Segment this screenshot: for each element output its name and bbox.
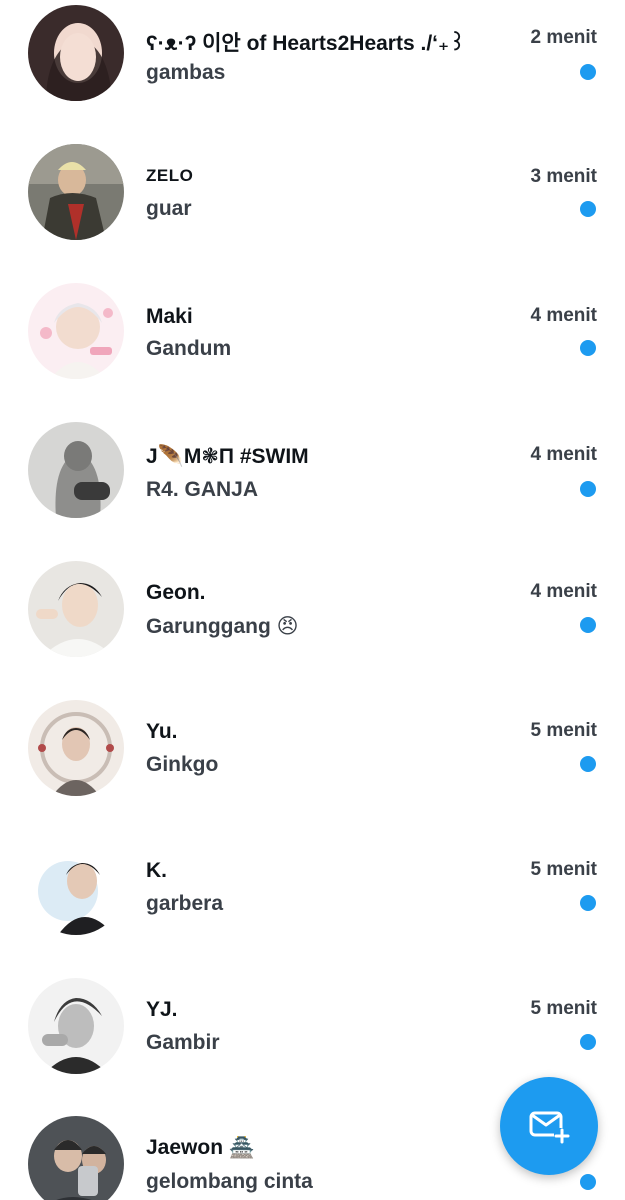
message-preview: gelombang cinta [146, 1170, 313, 1193]
unread-dot-icon [580, 64, 596, 80]
message-preview: guar [146, 197, 192, 220]
new-message-button[interactable] [500, 1077, 598, 1175]
conversation-row[interactable]: Geon. Garunggang 😠 4 menit [0, 556, 625, 695]
conversation-row[interactable]: ʕ·ᴥ·ʔ 이안 of Hearts2Hearts ./‘₊꒱ gambas 2… [0, 0, 625, 139]
unread-dot-icon [580, 617, 596, 633]
conversation-name: ZELO [146, 166, 194, 185]
unread-dot-icon [580, 1034, 596, 1050]
unread-dot-icon [580, 895, 596, 911]
conversation-name: Maki [146, 305, 193, 328]
message-preview: Gandum [146, 337, 232, 360]
timestamp: 3 menit [530, 166, 597, 187]
avatar[interactable] [28, 700, 124, 796]
new-message-icon [529, 1111, 570, 1144]
message-preview: Ginkgo [146, 753, 219, 776]
conversation-name: Geon. [146, 581, 206, 604]
conversation-name: YJ. [146, 998, 178, 1021]
timestamp: 5 menit [530, 998, 597, 1019]
timestamp: 4 menit [530, 305, 597, 326]
conversation-row[interactable]: J🪶M❃П #SWIM R4. GANJA 4 menit [0, 417, 625, 556]
conversation-row[interactable]: Maki Gandum 4 menit [0, 278, 625, 417]
timestamp: 4 menit [530, 581, 597, 602]
timestamp: 2 menit [530, 27, 597, 48]
unread-dot-icon [580, 1174, 596, 1190]
avatar[interactable] [28, 283, 124, 379]
avatar[interactable] [28, 561, 124, 657]
conversation-name: Jaewon 🏯 [146, 1136, 256, 1159]
conversation-row[interactable]: Yu. Ginkgo 5 menit [0, 695, 625, 834]
conversation-name: K. [146, 859, 167, 882]
timestamp: 5 menit [530, 720, 597, 741]
unread-dot-icon [580, 340, 596, 356]
message-preview: R4. GANJA [146, 478, 259, 501]
unread-dot-icon [580, 756, 596, 772]
conversation-name: Yu. [146, 720, 178, 743]
message-preview: Gambir [146, 1031, 220, 1054]
message-preview: gambas [146, 61, 226, 84]
conversation-name: ʕ·ᴥ·ʔ 이안 of Hearts2Hearts ./‘₊꒱ [146, 32, 466, 55]
message-preview: Garunggang 😠 [146, 615, 299, 638]
avatar[interactable] [28, 144, 124, 240]
unread-dot-icon [580, 201, 596, 217]
timestamp: 5 menit [530, 859, 597, 880]
avatar[interactable] [28, 978, 124, 1074]
conversation-row[interactable]: ZELO guar 3 menit [0, 139, 625, 278]
conversation-name: J🪶M❃П #SWIM [146, 445, 309, 468]
timestamp: 4 menit [530, 444, 597, 465]
avatar[interactable] [28, 422, 124, 518]
avatar[interactable] [28, 839, 124, 935]
avatar[interactable] [28, 5, 124, 101]
unread-dot-icon [580, 481, 596, 497]
conversation-row[interactable]: K. garbera 5 menit [0, 834, 625, 973]
avatar[interactable] [28, 1116, 124, 1200]
message-preview: garbera [146, 892, 224, 915]
